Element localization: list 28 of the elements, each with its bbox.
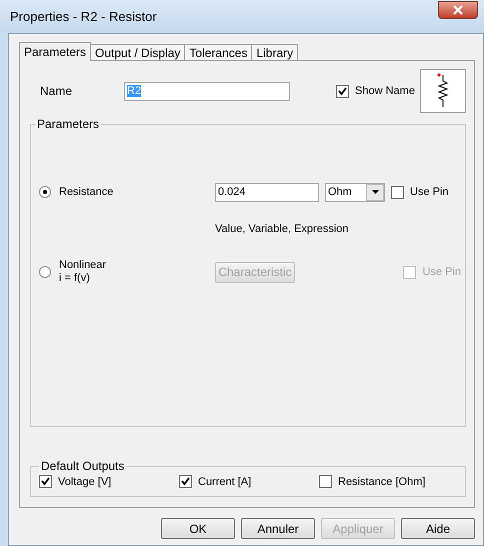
group-title: Default Outputs bbox=[40, 459, 126, 473]
group-title: Parameters bbox=[36, 117, 100, 131]
resistor-icon bbox=[436, 73, 450, 109]
radio-option[interactable]: Nonlinear i = f(v) bbox=[35, 259, 215, 285]
close-button[interactable] bbox=[438, 0, 478, 18]
dialog-button[interactable]: Annuler bbox=[241, 518, 315, 539]
tab[interactable]: Parameters bbox=[19, 42, 92, 61]
checkmark-icon bbox=[41, 477, 50, 486]
tab[interactable]: Library bbox=[251, 44, 298, 61]
checkmark-icon bbox=[338, 86, 348, 96]
dialog-button[interactable]: OK bbox=[161, 518, 235, 539]
radio-option[interactable]: Resistance bbox=[35, 186, 215, 198]
close-icon bbox=[452, 4, 464, 14]
unit-dropdown[interactable]: Ohm bbox=[325, 182, 385, 202]
value-field[interactable]: 0.024 bbox=[215, 182, 319, 202]
hint-text: Value, Variable, Expression bbox=[215, 223, 350, 235]
window-title: Properties - R2 - Resistor bbox=[10, 9, 157, 24]
checkbox[interactable]: Current [A] bbox=[179, 475, 319, 488]
checkbox[interactable]: Show Name bbox=[336, 84, 415, 98]
checkbox[interactable]: Resistance [Ohm] bbox=[319, 475, 426, 488]
caret-icon bbox=[372, 190, 378, 194]
tab[interactable]: Output / Display bbox=[90, 44, 186, 61]
tab[interactable]: Tolerances bbox=[184, 44, 252, 61]
checkmark-icon bbox=[181, 477, 190, 486]
checkbox[interactable]: Voltage [V] bbox=[39, 475, 179, 488]
dialog-button[interactable]: Aide bbox=[401, 518, 475, 539]
name-label: Name bbox=[40, 84, 72, 98]
checkbox[interactable]: Use Pin bbox=[391, 186, 449, 198]
